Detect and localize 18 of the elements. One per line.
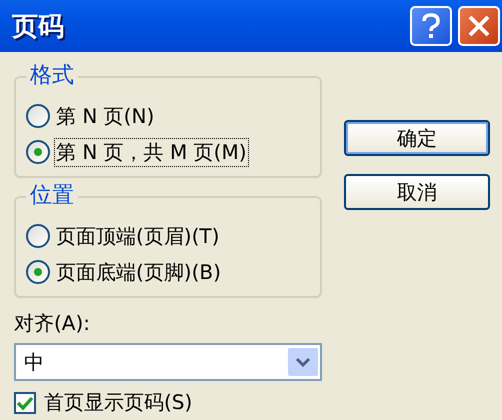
close-button[interactable] (458, 6, 500, 46)
checkbox-label[interactable]: 首页显示页码(S) (44, 389, 192, 416)
radio-label[interactable]: 页面顶端(页眉)(T) (54, 222, 222, 250)
cancel-button[interactable]: 取消 (344, 174, 490, 210)
radio-button[interactable] (26, 140, 50, 164)
radio-button[interactable] (26, 224, 50, 248)
help-button[interactable] (410, 6, 452, 46)
radio-button[interactable] (26, 260, 50, 284)
radio-button[interactable] (26, 104, 50, 128)
ok-button[interactable]: 确定 (344, 120, 490, 156)
alignment-label: 对齐(A): (14, 310, 92, 337)
radio-label[interactable]: 第 N 页，共 M 页(M) (54, 138, 249, 166)
alignment-dropdown[interactable]: 中 (14, 343, 322, 381)
radio-label[interactable]: 页面底端(页脚)(B) (54, 258, 223, 286)
close-icon (467, 14, 491, 38)
checkbox[interactable] (14, 392, 36, 414)
window-title: 页码 (12, 10, 64, 44)
radio-label[interactable]: 第 N 页(N) (54, 102, 156, 130)
